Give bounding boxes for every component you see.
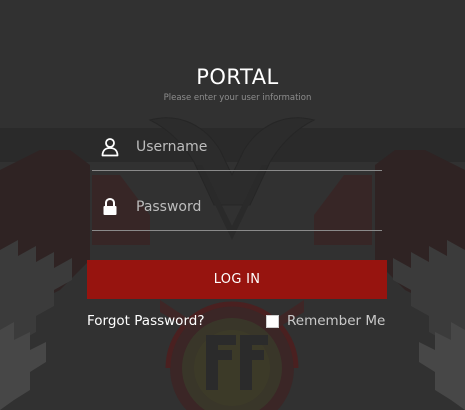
forgot-password-link[interactable]: Forgot Password? xyxy=(87,313,205,329)
lock-icon xyxy=(103,197,117,215)
password-field-row xyxy=(92,190,382,231)
password-input[interactable] xyxy=(136,194,376,220)
login-screen: PORTAL Please enter your user informatio… xyxy=(0,0,465,410)
login-button[interactable]: LOG IN xyxy=(87,260,387,299)
login-form: PORTAL Please enter your user informatio… xyxy=(0,0,465,410)
page-title: PORTAL xyxy=(196,65,279,89)
remember-me-checkbox[interactable] xyxy=(266,314,279,328)
username-input[interactable] xyxy=(136,134,376,160)
remember-me-control[interactable]: Remember Me xyxy=(266,313,385,329)
remember-me-label: Remember Me xyxy=(287,313,386,329)
user-icon xyxy=(101,138,119,157)
page-subtitle: Please enter your user information xyxy=(163,93,312,103)
username-field-row xyxy=(92,130,382,171)
